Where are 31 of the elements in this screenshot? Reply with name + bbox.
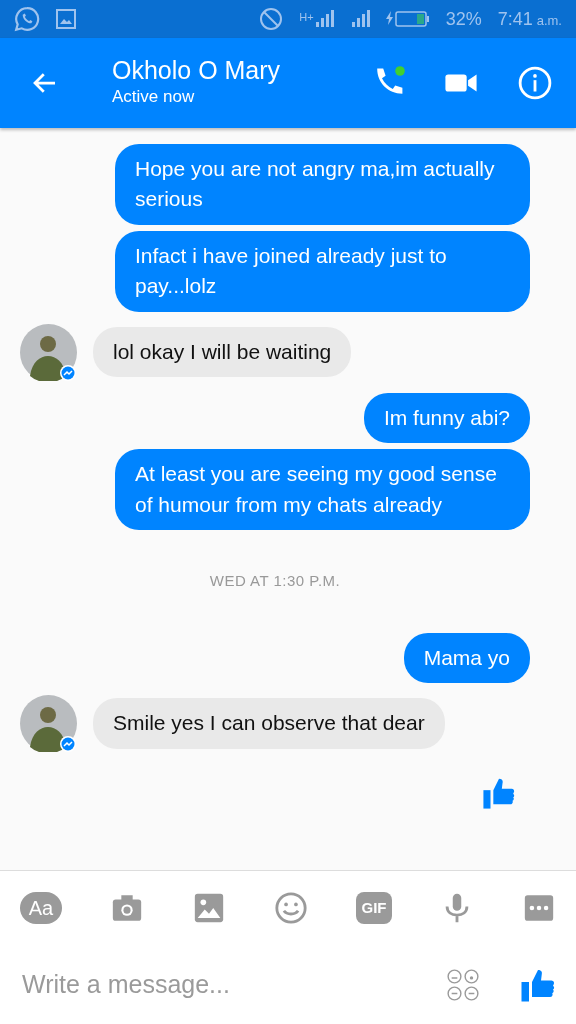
chat-app-icon <box>14 6 40 32</box>
signal-icon <box>313 9 334 29</box>
image-icon[interactable] <box>192 891 226 925</box>
message-bubble: Smile yes I can observe that dear <box>93 698 445 749</box>
thumbs-up-icon <box>482 776 516 810</box>
message-bubble: Mama yo <box>403 632 530 683</box>
blocked-icon <box>259 7 284 31</box>
gif-button[interactable]: GIF <box>356 892 392 924</box>
network-type: H+ <box>299 10 314 25</box>
contact-status: Active now <box>112 86 196 108</box>
message-bubble: Infact i have joined already just to pay...lolz <box>115 230 530 312</box>
message-bubble: lol okay I will be waiting <box>93 327 352 378</box>
timestamp: WED AT 1:30 P.M. <box>209 571 341 592</box>
contact-name: Okholo O Mary <box>112 56 282 84</box>
stickers-icon[interactable] <box>446 968 480 1002</box>
info-icon[interactable] <box>518 66 552 100</box>
message-bubble: Hope you are not angry ma,im actually serious <box>115 144 530 225</box>
message-bubble: Im funny abi? <box>363 392 530 444</box>
clock-time: 7:41 <box>497 7 533 31</box>
avatar <box>20 695 77 752</box>
message-bubble: At least you are seeing my good sense of humour from my chats already <box>115 449 530 531</box>
battery-icon <box>385 9 430 29</box>
thumbs-up-icon[interactable] <box>520 967 556 1003</box>
message-input[interactable]: Write a message... <box>20 965 446 1005</box>
text-style-button[interactable]: Aa <box>20 892 62 924</box>
clock-suffix: a.m. <box>536 11 562 30</box>
battery-percent: 32% <box>445 7 482 31</box>
image-icon <box>56 9 76 29</box>
signal-icon <box>349 9 370 29</box>
avatar <box>20 323 77 381</box>
emoji-icon[interactable] <box>274 891 308 925</box>
